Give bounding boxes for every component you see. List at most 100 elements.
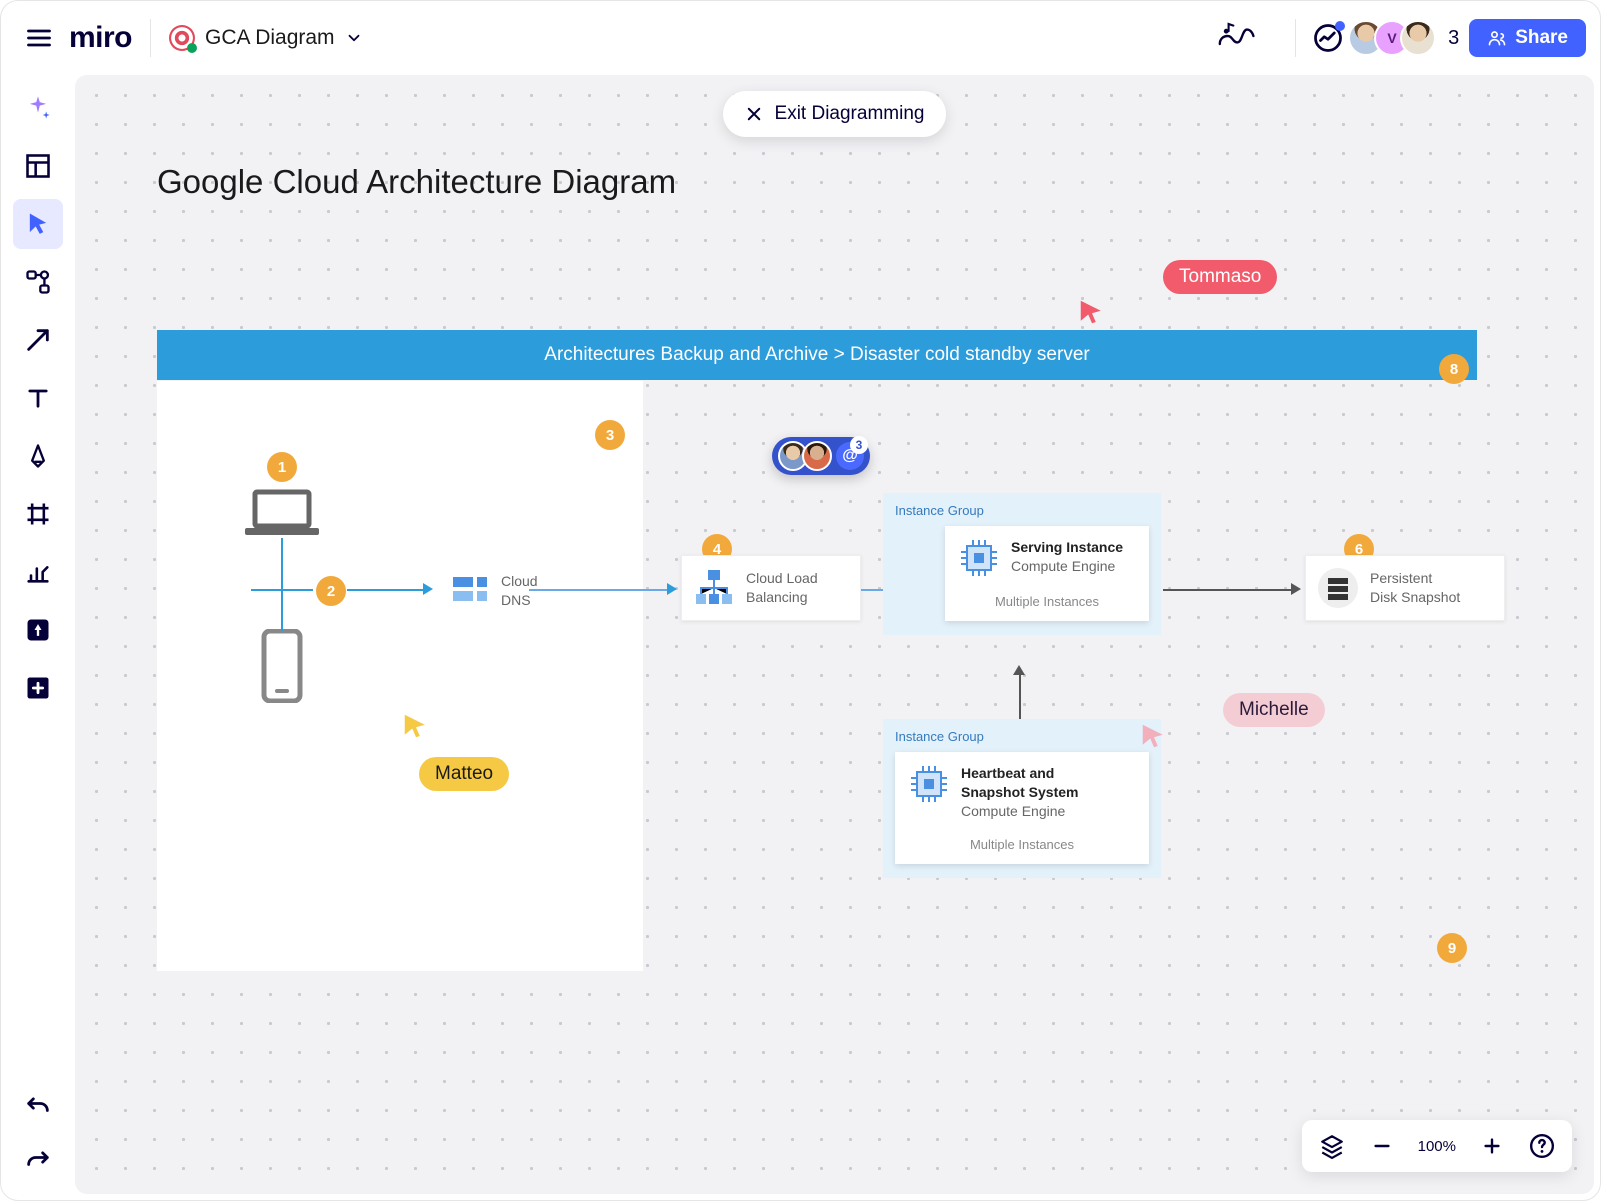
diagram-breadcrumb-bar: Architectures Backup and Archive > Disas…: [157, 330, 1477, 380]
help-icon: [1529, 1133, 1555, 1159]
divider: [150, 19, 151, 57]
badge-2: 2: [316, 576, 346, 606]
compute-engine-label: Compute Engine: [1011, 558, 1115, 574]
cursor-icon: [24, 210, 52, 238]
music-button[interactable]: [1215, 20, 1263, 57]
multiple-instances: Multiple Instances: [959, 594, 1135, 609]
chevron-down-icon: [345, 29, 363, 47]
cursor-label-michelle: Michelle: [1223, 693, 1325, 727]
share-button[interactable]: Share: [1469, 19, 1586, 57]
menu-button[interactable]: [15, 14, 63, 62]
share-label: Share: [1515, 27, 1568, 49]
minus-icon: [1371, 1135, 1393, 1157]
help-button[interactable]: [1522, 1126, 1562, 1166]
badge-3: 3: [595, 420, 625, 450]
persistent-disk-node[interactable]: Persistent Disk Snapshot: [1305, 555, 1505, 621]
people-icon: [1487, 28, 1507, 48]
board-icon: [169, 25, 195, 51]
undo-icon: [24, 1093, 52, 1121]
comment-thread[interactable]: @ 3: [772, 437, 870, 475]
cursor-label-matteo: Matteo: [419, 757, 509, 791]
add-tool[interactable]: [13, 663, 63, 713]
instance-group-heartbeat[interactable]: Instance Group Heartbeat and Snapshot Sy…: [883, 719, 1161, 878]
zoom-controls: 100%: [1302, 1120, 1572, 1172]
instance-group-label: Instance Group: [895, 503, 1149, 518]
chart-icon: [24, 558, 52, 586]
text-icon: [24, 384, 52, 412]
frame-icon: [24, 500, 52, 528]
cursor-pointer-icon: [1077, 297, 1107, 327]
arrow-tool[interactable]: [13, 315, 63, 365]
plus-icon: [1481, 1135, 1503, 1157]
chart-tool[interactable]: [13, 547, 63, 597]
cursor-pointer-icon: [401, 711, 431, 741]
top-bar: miro GCA Diagram V 3 Share: [1, 1, 1600, 75]
pen-tool[interactable]: [13, 431, 63, 481]
zoom-level[interactable]: 100%: [1412, 1138, 1462, 1155]
disk-icon: [1318, 568, 1358, 608]
cloud-dns-icon: [449, 571, 489, 611]
compute-engine-icon: [909, 764, 949, 804]
serving-instance-card[interactable]: Serving InstanceCompute Engine Multiple …: [945, 526, 1149, 621]
canvas[interactable]: Exit Diagramming Google Cloud Architectu…: [75, 75, 1594, 1194]
badge-1: 1: [267, 452, 297, 482]
redo-icon: [24, 1147, 52, 1175]
sparkle-icon: [24, 94, 52, 122]
badge-9: 9: [1437, 933, 1467, 963]
board-switcher[interactable]: GCA Diagram: [169, 25, 363, 51]
cursor-label-tommaso: Tommaso: [1163, 260, 1277, 294]
heartbeat-title: Heartbeat and Snapshot System: [961, 764, 1078, 802]
cloud-dns-label: Cloud DNS: [501, 572, 552, 610]
app-tool[interactable]: [13, 605, 63, 655]
zoom-out-button[interactable]: [1362, 1126, 1402, 1166]
ai-tool[interactable]: [13, 83, 63, 133]
text-tool[interactable]: [13, 373, 63, 423]
compute-engine-label: Compute Engine: [961, 803, 1065, 819]
instance-group-label: Instance Group: [895, 729, 1149, 744]
cloud-lb-node[interactable]: Cloud Load Balancing: [681, 555, 861, 621]
cursor-pointer-icon: [1139, 721, 1169, 751]
exit-label: Exit Diagramming: [775, 103, 925, 125]
layers-icon: [1319, 1133, 1345, 1159]
select-tool[interactable]: [13, 199, 63, 249]
laptop-icon: [243, 488, 321, 538]
compute-engine-icon: [959, 538, 999, 578]
redo-button[interactable]: [13, 1136, 63, 1186]
load-balancer-icon: [694, 568, 734, 608]
serving-title: Serving Instance: [1011, 538, 1123, 557]
heartbeat-card[interactable]: Heartbeat and Snapshot SystemCompute Eng…: [895, 752, 1149, 864]
layers-button[interactable]: [1312, 1126, 1352, 1166]
participant-avatars[interactable]: V: [1358, 20, 1436, 56]
close-icon: [745, 105, 763, 123]
frame-tool[interactable]: [13, 489, 63, 539]
flowchart-icon: [24, 268, 52, 296]
miro-logo[interactable]: miro: [69, 21, 132, 55]
arrowhead-icon: [1291, 583, 1301, 595]
comment-count: 3: [850, 436, 868, 454]
reactions-button[interactable]: [1308, 18, 1348, 58]
divider: [1295, 19, 1296, 57]
multiple-instances: Multiple Instances: [909, 837, 1135, 852]
undo-button[interactable]: [13, 1082, 63, 1132]
layout-icon: [24, 152, 52, 180]
persistent-label: Persistent Disk Snapshot: [1370, 569, 1474, 607]
arrowhead-icon: [1013, 665, 1025, 675]
template-tool[interactable]: [13, 141, 63, 191]
app-icon: [24, 616, 52, 644]
zoom-in-button[interactable]: [1472, 1126, 1512, 1166]
hamburger-icon: [25, 24, 53, 52]
notification-dot-icon: [1335, 21, 1345, 31]
diagram-tool[interactable]: [13, 257, 63, 307]
participant-count: 3: [1448, 27, 1459, 50]
connector: [1163, 589, 1293, 591]
left-toolbar: [1, 77, 75, 1200]
phone-icon: [260, 629, 304, 703]
exit-diagramming-button[interactable]: Exit Diagramming: [723, 91, 947, 137]
avatar[interactable]: [1400, 20, 1436, 56]
pen-icon: [24, 442, 52, 470]
instance-group-serving[interactable]: Instance Group Serving InstanceCompute E…: [883, 493, 1161, 635]
connector: [281, 538, 283, 631]
diagram-left-panel: [157, 381, 643, 971]
cloud-dns-node[interactable]: Cloud DNS: [437, 563, 597, 619]
breadcrumb-text: Architectures Backup and Archive > Disas…: [544, 344, 1089, 366]
